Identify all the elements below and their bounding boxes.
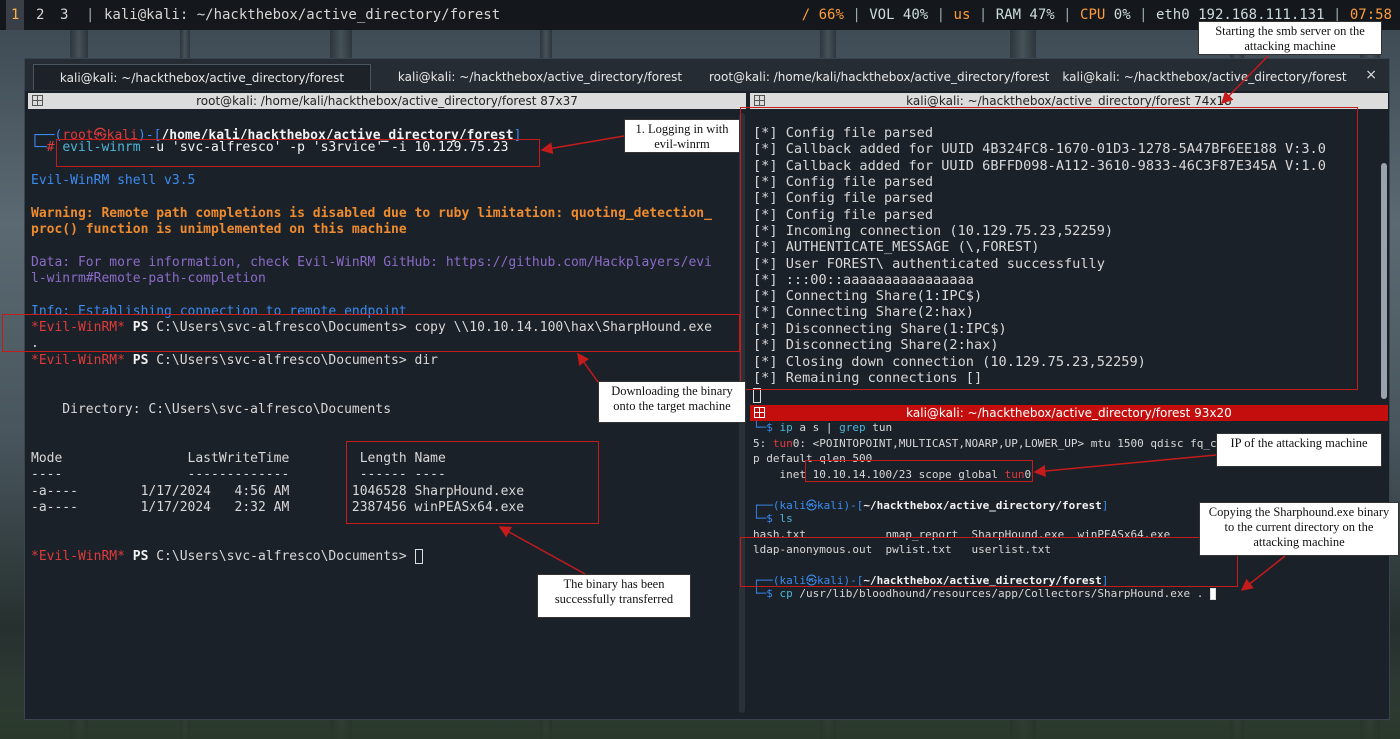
arrow-download <box>577 352 599 383</box>
annotation-arrows <box>498 55 1286 591</box>
arrow-transferred <box>498 526 586 575</box>
arrow-smb <box>1220 55 1269 105</box>
arrow-login <box>540 135 625 155</box>
arrow-copying <box>1240 555 1286 591</box>
arrow-ip <box>1033 454 1217 477</box>
